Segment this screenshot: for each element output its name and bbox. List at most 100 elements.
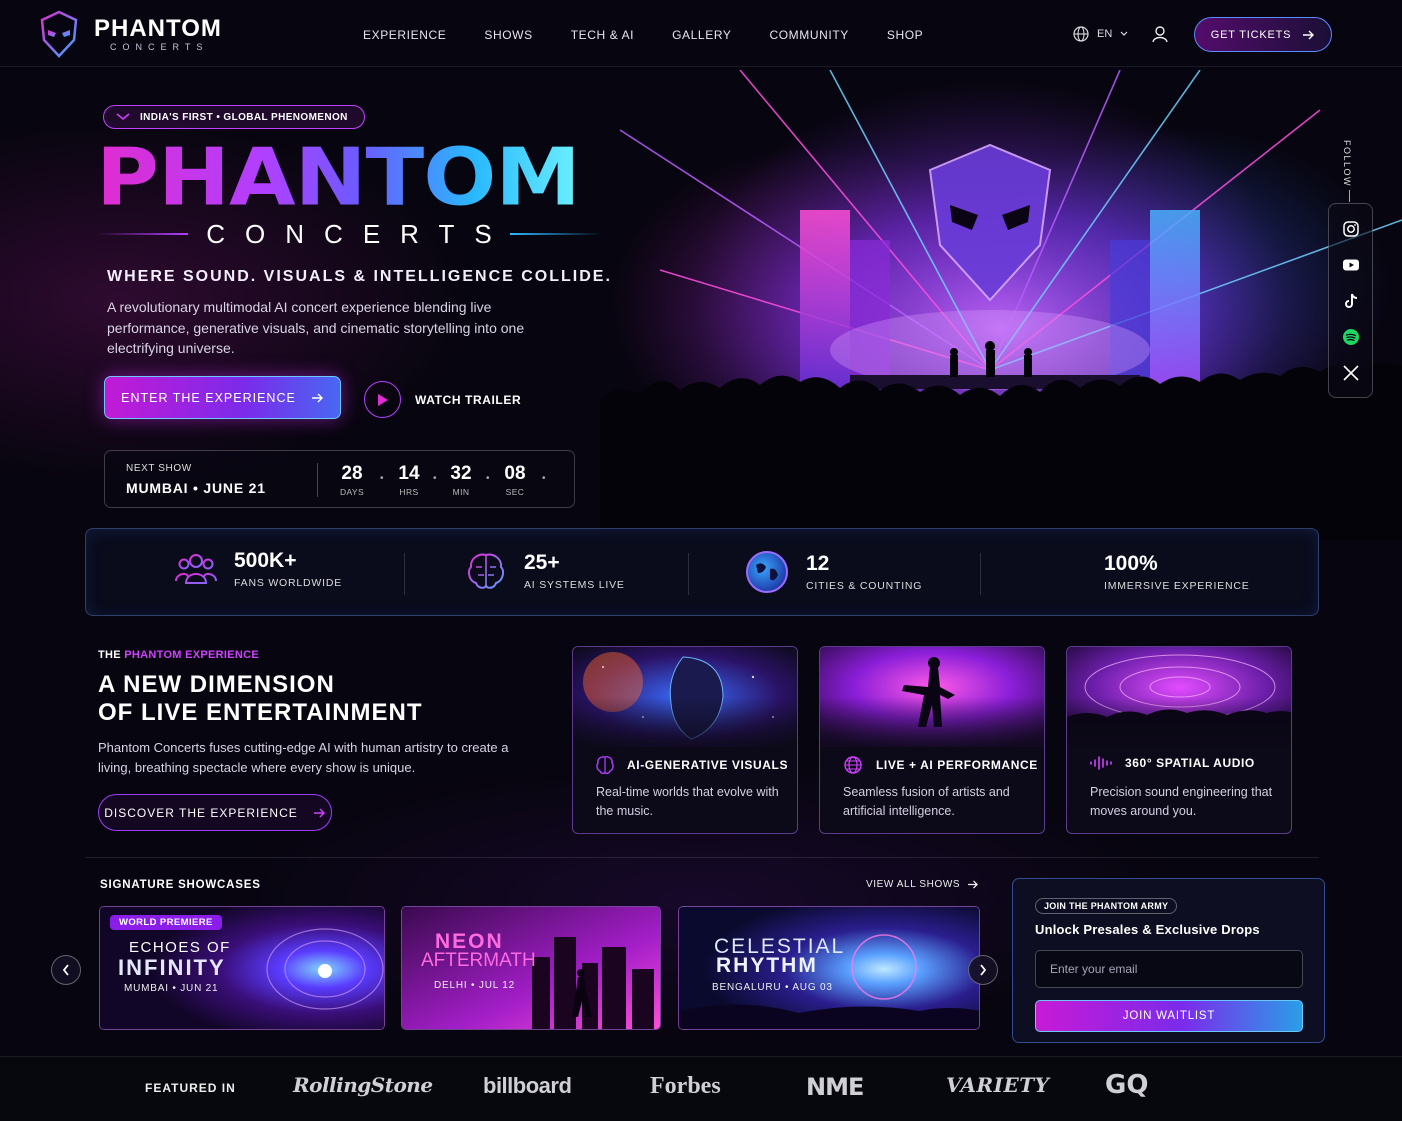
showcase-card-celestial[interactable]: CELESTIAL RHYTHM BENGALURU • AUG 03 bbox=[678, 906, 980, 1030]
section-title-line: A NEW DIMENSION bbox=[98, 671, 335, 698]
view-all-shows-link[interactable]: VIEW ALL SHOWS bbox=[866, 879, 979, 890]
gq-logo: GQ bbox=[1105, 1070, 1149, 1100]
stat-value: 100% bbox=[1104, 552, 1158, 575]
stat-immersive: 100% IMMERSIVE EXPERIENCE bbox=[1030, 549, 1250, 595]
email-input[interactable] bbox=[1035, 950, 1303, 988]
divider bbox=[317, 463, 318, 497]
get-tickets-button[interactable]: GET TICKETS bbox=[1194, 17, 1332, 52]
hero-description: A revolutionary multimodal AI concert ex… bbox=[107, 299, 525, 356]
stat-value: 25+ bbox=[524, 551, 560, 574]
waitlist-panel: JOIN THE PHANTOM ARMY Unlock Presales & … bbox=[1012, 878, 1325, 1043]
hero-subtitle-text: CONCERTS bbox=[206, 218, 512, 249]
brand-name: PHANTOM bbox=[94, 15, 222, 42]
chevron-right-icon bbox=[980, 964, 987, 976]
brand-sub: CONCERTS bbox=[110, 42, 209, 52]
x-icon[interactable] bbox=[1342, 364, 1360, 382]
view-all-label: VIEW ALL SHOWS bbox=[866, 879, 961, 890]
divider bbox=[1349, 190, 1350, 202]
play-icon bbox=[364, 381, 401, 418]
feature-card-audio[interactable]: 360° SPATIAL AUDIO Precision sound engin… bbox=[1066, 646, 1292, 834]
hero-tagline: WHERE SOUND. VISUALS & INTELLIGENCE COLL… bbox=[107, 268, 612, 285]
feature-text: Seamless fusion of artists and artificia… bbox=[843, 785, 1010, 818]
nav-tech-ai[interactable]: TECH & AI bbox=[571, 28, 634, 42]
separator-dot: • bbox=[380, 473, 384, 484]
feature-card-performance[interactable]: LIVE + AI PERFORMANCE Seamless fusion of… bbox=[819, 646, 1045, 834]
carousel-next-button[interactable] bbox=[968, 955, 998, 985]
separator-dot: • bbox=[542, 473, 546, 484]
countdown-seconds: 08 SEC bbox=[495, 463, 535, 497]
soundwave-icon bbox=[1032, 551, 1086, 593]
watch-trailer-label: WATCH TRAILER bbox=[415, 392, 522, 407]
spotify-icon[interactable] bbox=[1342, 328, 1360, 346]
soundwave-icon bbox=[1090, 756, 1112, 770]
brain-icon bbox=[467, 553, 505, 589]
watch-trailer-button[interactable]: WATCH TRAILER bbox=[364, 381, 521, 418]
feature-title-text: 360° SPATIAL AUDIO bbox=[1125, 756, 1255, 770]
enter-experience-button[interactable]: ENTER THE EXPERIENCE bbox=[104, 376, 341, 419]
countdown-unit: DAYS bbox=[339, 487, 365, 497]
stat-value: 500K+ bbox=[234, 549, 297, 572]
feature-title-text: LIVE + AI PERFORMANCE bbox=[876, 758, 1038, 772]
youtube-icon[interactable] bbox=[1342, 256, 1360, 274]
discover-experience-button[interactable]: DISCOVER THE EXPERIENCE bbox=[98, 794, 332, 831]
stat-label: IMMERSIVE EXPERIENCE bbox=[1104, 580, 1250, 592]
nav-gallery[interactable]: GALLERY bbox=[672, 28, 731, 42]
feature-title-text: AI-GENERATIVE VISUALS bbox=[627, 758, 789, 772]
divider bbox=[688, 553, 689, 595]
showcase-card-echoes[interactable]: WORLD PREMIERE ECHOES OF INFINITY MUMBAI… bbox=[99, 906, 385, 1030]
countdown-hours: 14 HRS bbox=[389, 463, 429, 497]
image-fade bbox=[820, 697, 1044, 757]
carousel-prev-button[interactable] bbox=[51, 955, 81, 985]
stat-fans: 500K+ FANS WORLDWIDE bbox=[174, 549, 342, 589]
arrow-right-icon bbox=[311, 393, 323, 402]
section-eyebrow: THE PHANTOM EXPERIENCE bbox=[98, 649, 259, 661]
discover-experience-label: DISCOVER THE EXPERIENCE bbox=[104, 805, 298, 820]
hero-badge-text: INDIA'S FIRST • GLOBAL PHENOMENON bbox=[140, 111, 348, 123]
showcase-card-neon[interactable]: NEON AFTERMATH DELHI • JUL 12 bbox=[401, 906, 661, 1030]
premiere-badge: WORLD PREMIERE bbox=[110, 915, 222, 930]
phantom-mask-icon bbox=[40, 10, 78, 58]
separator-dot: • bbox=[433, 473, 437, 484]
stat-ai-systems: 25+ AI SYSTEMS LIVE bbox=[464, 549, 625, 593]
chevron-left-icon bbox=[62, 964, 69, 976]
countdown-unit: MIN bbox=[452, 487, 470, 497]
hero-subtitle: CONCERTS bbox=[96, 219, 602, 249]
arrow-right-icon bbox=[968, 880, 979, 889]
feature-title: LIVE + AI PERFORMANCE bbox=[842, 755, 1038, 775]
section-divider bbox=[85, 857, 1319, 858]
countdown-value: 32 bbox=[450, 463, 472, 484]
chevron-down-icon bbox=[116, 113, 130, 121]
nav-community[interactable]: COMMUNITY bbox=[769, 28, 848, 42]
eyebrow-prefix: THE bbox=[98, 649, 121, 661]
eyebrow-accent: PHANTOM EXPERIENCE bbox=[124, 649, 260, 661]
nav-shop[interactable]: SHOP bbox=[887, 28, 923, 42]
feature-title: 360° SPATIAL AUDIO bbox=[1089, 755, 1255, 771]
divider bbox=[980, 553, 981, 595]
nav-shows[interactable]: SHOWS bbox=[484, 28, 532, 42]
divider bbox=[404, 553, 405, 595]
show-title-large: RHYTHM bbox=[716, 954, 818, 977]
concert-stage-image bbox=[600, 70, 1402, 540]
hero-badge: INDIA'S FIRST • GLOBAL PHENOMENON bbox=[103, 105, 365, 129]
social-rail bbox=[1328, 203, 1373, 398]
rolling-stone-logo: RollingStone bbox=[293, 1073, 433, 1097]
nav-experience[interactable]: EXPERIENCE bbox=[363, 28, 446, 42]
image-fade bbox=[573, 697, 797, 757]
site-header: PHANTOM CONCERTS EXPERIENCE SHOWS TECH &… bbox=[0, 0, 1402, 67]
arrow-right-icon bbox=[313, 808, 325, 817]
user-account-icon[interactable] bbox=[1151, 25, 1169, 43]
section-description: Phantom Concerts fuses cutting-edge AI w… bbox=[98, 740, 509, 775]
show-title-small: ECHOES OF bbox=[129, 939, 231, 956]
join-waitlist-button[interactable]: JOIN WAITLIST bbox=[1035, 1000, 1303, 1032]
divider bbox=[96, 233, 189, 235]
hero-title: PHANTOM bbox=[96, 132, 581, 224]
brand-logo[interactable]: PHANTOM CONCERTS bbox=[38, 10, 222, 58]
language-selector[interactable]: EN bbox=[1073, 26, 1128, 42]
tiktok-icon[interactable] bbox=[1342, 292, 1360, 310]
featured-in-bar: FEATURED IN RollingStone billboard Forbe… bbox=[0, 1056, 1402, 1121]
next-show-countdown[interactable]: NEXT SHOW MUMBAI • JUNE 21 28 DAYS • 14 HR… bbox=[104, 450, 575, 508]
feature-card-visuals[interactable]: AI-GENERATIVE VISUALS Real-time worlds t… bbox=[572, 646, 798, 834]
separator-dot: • bbox=[486, 473, 490, 484]
countdown-unit: HRS bbox=[399, 487, 419, 497]
instagram-icon[interactable] bbox=[1342, 220, 1360, 238]
